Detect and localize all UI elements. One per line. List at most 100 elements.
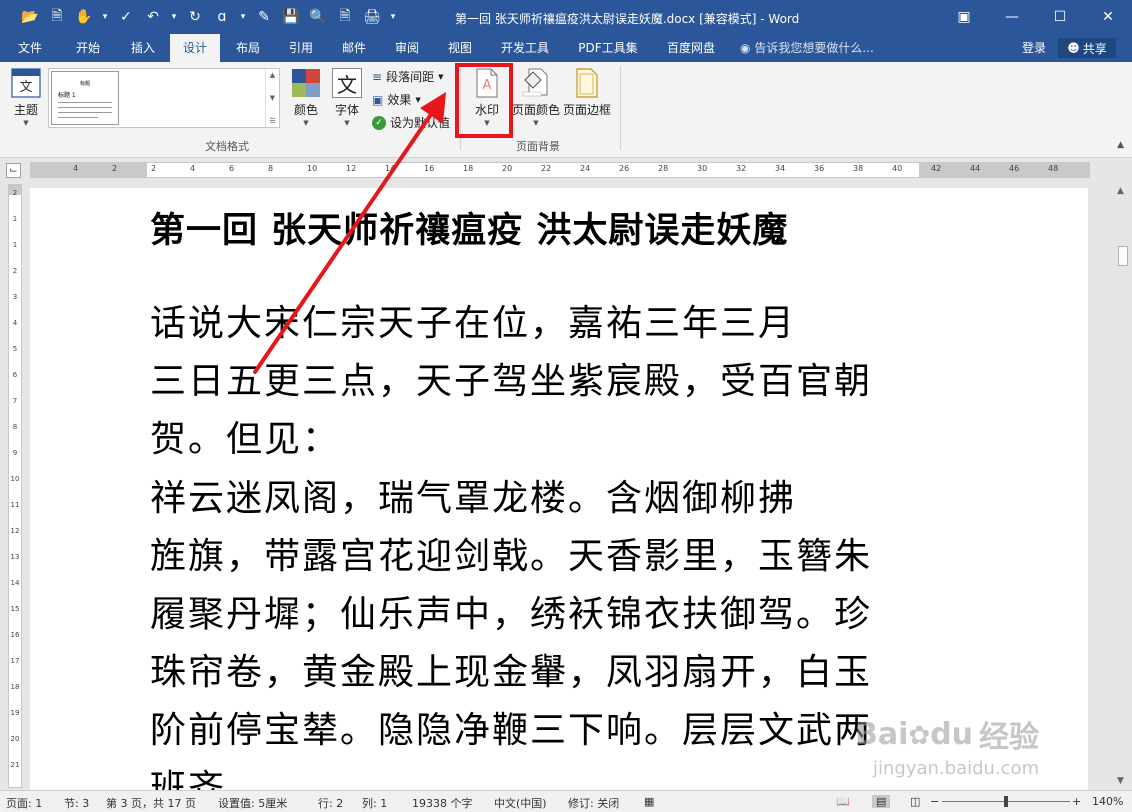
print-icon[interactable]: 🖨 <box>360 6 384 28</box>
new-icon[interactable]: 🗎 <box>45 6 69 28</box>
spelling-icon[interactable]: ✓ <box>114 6 138 28</box>
themes-button[interactable]: 文 主题 ▼ <box>8 68 44 127</box>
fonts-button[interactable]: 文 字体 ▼ <box>329 68 365 127</box>
ruler-number: 18 <box>10 683 20 691</box>
horizontal-ruler[interactable]: 4 2 2 4 6 8 10 12 14 16 18 20 22 24 26 28 30 32 34 36 38 40 42… <box>30 162 1090 178</box>
maximize-icon[interactable]: ☐ <box>1036 0 1084 34</box>
edit-icon[interactable]: ✎ <box>252 6 276 28</box>
status-column[interactable]: 列: 1 <box>362 795 387 811</box>
ruler-number: 8 <box>268 164 274 173</box>
status-word-count[interactable]: 19338 个字 <box>412 795 473 811</box>
format-painter-icon[interactable]: ɑ <box>210 6 234 28</box>
login-link[interactable]: 登录 <box>1022 34 1046 62</box>
status-page-of[interactable]: 第 3 页，共 17 页 <box>106 795 196 811</box>
set-as-default-label: 设为默认值 <box>390 116 451 130</box>
ruler-number: 18 <box>463 164 474 173</box>
zoom-in-icon[interactable]: + <box>1072 795 1081 808</box>
title-bar: 📂 🗎 ✋ ▾ ✓ ↶ ▾ ↻ ɑ ▾ ✎ 💾 🔍 🗎 🖨 ▾ 第一回 张天师祈… <box>0 0 1132 34</box>
ruler-number: 2 <box>12 267 18 275</box>
touch-mode-icon[interactable]: ✋ <box>72 6 96 28</box>
scroll-down-icon[interactable]: ▼ <box>1117 776 1124 786</box>
undo-icon[interactable]: ↶ <box>141 6 165 28</box>
status-track-changes[interactable]: 修订: 关闭 <box>568 795 619 811</box>
effects-button[interactable]: ▣ 效果 ▼ <box>372 91 421 108</box>
save-icon[interactable]: 💾 <box>279 6 303 28</box>
status-page[interactable]: 页面: 1 <box>6 795 42 811</box>
ruler-number: 40 <box>892 164 903 173</box>
style-set-gallery[interactable]: 标题 标题 1 ▲ ▼ ☰ <box>48 68 280 128</box>
print-layout-icon[interactable]: ▤ <box>872 795 891 808</box>
style-set-thumbnail[interactable]: 标题 标题 1 <box>51 71 119 125</box>
find-icon[interactable]: 🔍 <box>306 6 330 28</box>
tab-insert[interactable]: 插入 <box>116 34 170 62</box>
share-button[interactable]: ☻ 共享 <box>1058 38 1116 58</box>
tell-me-text: 告诉我您想要做什么... <box>754 41 874 55</box>
minimize-icon[interactable]: — <box>988 0 1036 34</box>
fonts-label: 字体 <box>334 103 359 117</box>
ribbon-tabs: 文件 开始 插入 设计 布局 引用 邮件 审阅 视图 开发工具 PDF工具集 百… <box>0 34 1132 62</box>
share-label: 共享 <box>1082 41 1107 56</box>
tab-mailings[interactable]: 邮件 <box>328 34 380 62</box>
thumb-line <box>58 112 112 113</box>
tell-me-box[interactable]: ◉ 告诉我您想要做什么... <box>740 34 874 62</box>
tab-file[interactable]: 文件 <box>0 34 60 62</box>
tab-pdf-tools[interactable]: PDF工具集 <box>566 34 650 62</box>
status-line[interactable]: 行: 2 <box>318 795 343 811</box>
chevron-down-icon[interactable]: ▾ <box>99 6 111 28</box>
print-preview-icon[interactable]: 🗎 <box>333 6 357 28</box>
customize-icon[interactable]: ▾ <box>387 6 399 28</box>
status-language[interactable]: 中文(中国) <box>494 795 547 811</box>
gallery-up-icon[interactable]: ▲ <box>270 71 275 79</box>
collapse-ribbon-icon[interactable]: ▲ <box>1117 140 1124 150</box>
page-color-button[interactable]: 页面颜色 ▼ <box>511 68 561 127</box>
open-icon[interactable]: 📂 <box>18 6 42 28</box>
ruler-number: 1 <box>12 241 18 249</box>
tab-home[interactable]: 开始 <box>60 34 116 62</box>
page-borders-icon <box>572 68 602 98</box>
watermark-highlight-box <box>455 63 513 138</box>
vertical-ruler[interactable]: 2 1 1 2 3 4 5 6 7 8 9 10 11 12 13 14 15 16 17 18 19 20 21 <box>8 184 22 788</box>
effects-icon: ▣ <box>372 92 384 107</box>
paragraph-spacing-button[interactable]: ≡ 段落间距 ▼ <box>372 68 443 85</box>
ruler-number: 17 <box>10 657 20 665</box>
tab-layout[interactable]: 布局 <box>222 34 274 62</box>
read-mode-icon[interactable]: 📖 <box>836 795 850 808</box>
quick-access-toolbar: 📂 🗎 ✋ ▾ ✓ ↶ ▾ ↻ ɑ ▾ ✎ 💾 🔍 🗎 🖨 ▾ <box>18 6 399 28</box>
web-layout-icon[interactable]: ◫ <box>910 795 920 808</box>
page-borders-button[interactable]: 页面边框 <box>562 68 612 118</box>
ribbon-display-icon[interactable]: ▣ <box>940 0 988 34</box>
tab-design[interactable]: 设计 <box>170 34 220 62</box>
zoom-out-icon[interactable]: − <box>930 795 939 808</box>
status-position[interactable]: 设置值: 5厘米 <box>218 795 287 811</box>
status-section[interactable]: 节: 3 <box>64 795 89 811</box>
close-icon[interactable]: ✕ <box>1084 0 1132 34</box>
tab-developer[interactable]: 开发工具 <box>488 34 562 62</box>
checkmark-icon: ✓ <box>372 115 386 130</box>
macro-record-icon[interactable]: ▦ <box>644 795 654 808</box>
document-page[interactable]: 第一回 张天师祈禳瘟疫 洪太尉误走妖魔 话说大宋仁宗天子在位，嘉祐三年三月 三日… <box>30 188 1088 790</box>
tab-selector[interactable]: ⌙ <box>6 163 21 178</box>
ruler-number: 42 <box>931 164 942 173</box>
page-color-icon <box>521 68 551 98</box>
redo-icon[interactable]: ↻ <box>183 6 207 28</box>
scroll-thumb[interactable] <box>1118 246 1128 266</box>
scroll-up-icon[interactable]: ▲ <box>1117 186 1124 196</box>
tab-view[interactable]: 视图 <box>434 34 486 62</box>
ruler-number: 6 <box>229 164 235 173</box>
ruler-number: 26 <box>619 164 630 173</box>
set-as-default-button[interactable]: ✓ 设为默认值 <box>372 114 450 131</box>
chevron-down-icon[interactable]: ▾ <box>237 6 249 28</box>
vertical-scrollbar[interactable]: ▲ ▼ <box>1114 182 1132 790</box>
ruler-number: 19 <box>10 709 20 717</box>
colors-button[interactable]: 颜色 ▼ <box>288 68 324 127</box>
document-line: 贺。但见： <box>150 419 341 460</box>
document-line: 珠帘卷，黄金殿上现金轝，凤羽扇开，白玉 <box>150 652 873 693</box>
gallery-down-icon[interactable]: ▼ <box>270 94 275 102</box>
tab-baidu-pan[interactable]: 百度网盘 <box>654 34 728 62</box>
zoom-slider-thumb[interactable] <box>1004 796 1008 807</box>
tab-references[interactable]: 引用 <box>274 34 328 62</box>
zoom-level[interactable]: 140% <box>1092 795 1123 808</box>
chevron-down-icon[interactable]: ▾ <box>168 6 180 28</box>
gallery-more-icon[interactable]: ☰ <box>269 117 275 125</box>
tab-review[interactable]: 审阅 <box>380 34 434 62</box>
